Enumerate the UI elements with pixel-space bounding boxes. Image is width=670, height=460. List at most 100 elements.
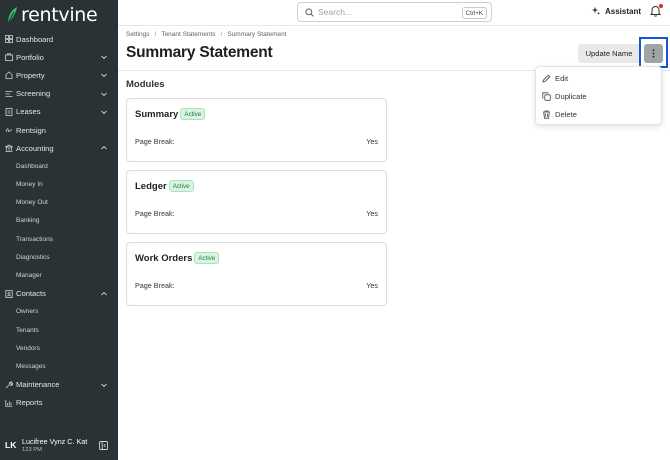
sidebar-subitem-money-in[interactable]: Money In bbox=[0, 176, 118, 194]
collapse-sidebar-icon[interactable] bbox=[99, 441, 108, 450]
copy-icon bbox=[542, 92, 551, 101]
module-name: Summary bbox=[135, 108, 179, 120]
sidebar-item-contacts[interactable]: Contacts bbox=[0, 285, 118, 303]
sidebar-item-leases[interactable]: Leases bbox=[0, 103, 118, 121]
menu-item-delete[interactable]: Delete bbox=[536, 105, 661, 123]
chevron-down-icon bbox=[101, 55, 107, 60]
module-card-ledger[interactable]: Ledger Active Page Break: Yes bbox=[126, 170, 387, 234]
breadcrumb-separator: / bbox=[220, 31, 223, 38]
sidebar-item-label: Screening bbox=[16, 89, 51, 99]
user-subtitle: 123 PM bbox=[22, 447, 42, 453]
menu-item-label: Edit bbox=[555, 73, 569, 83]
trash-icon bbox=[542, 110, 551, 119]
module-name: Ledger bbox=[135, 180, 167, 192]
page-break-value: Yes bbox=[366, 137, 378, 146]
sidebar-item-portfolio[interactable]: Portfolio bbox=[0, 48, 118, 66]
sidebar-item-label: Dashboard bbox=[16, 34, 54, 44]
status-badge: Active bbox=[180, 108, 206, 120]
page-title: Summary Statement bbox=[126, 44, 273, 61]
sidebar-item-accounting[interactable]: Accounting bbox=[0, 139, 118, 157]
assistant-label: Assistant bbox=[605, 6, 642, 16]
page-break-label: Page Break: bbox=[135, 281, 175, 290]
breadcrumb-current: Summary Statement bbox=[227, 31, 287, 38]
module-card-summary[interactable]: Summary Active Page Break: Yes bbox=[126, 98, 387, 162]
sidebar-subitem-manager[interactable]: Manager bbox=[0, 266, 118, 284]
sidebar-item-label: Contacts bbox=[16, 289, 46, 299]
search-shortcut-badge: Ctrl+K bbox=[461, 7, 487, 19]
sidebar-item-label: Rentsign bbox=[16, 125, 46, 135]
leases-icon bbox=[5, 107, 13, 116]
sidebar-subitem-accounting-dashboard[interactable]: Dashboard bbox=[0, 157, 118, 175]
breadcrumb-tenant-statements[interactable]: Tenant Statements bbox=[161, 31, 215, 38]
rentsign-icon bbox=[5, 126, 13, 134]
user-profile[interactable]: LK Lucifree Vynz C. Kat 123 PM bbox=[0, 430, 118, 460]
sidebar-item-label: Maintenance bbox=[16, 380, 60, 390]
accounting-icon bbox=[5, 144, 13, 152]
wrench-icon bbox=[5, 381, 13, 389]
user-name: Lucifree Vynz C. Kat bbox=[22, 437, 88, 446]
assistant-button[interactable]: Assistant bbox=[591, 6, 641, 16]
page-break-value: Yes bbox=[366, 281, 378, 290]
menu-item-duplicate[interactable]: Duplicate bbox=[536, 87, 661, 105]
search-box[interactable]: Ctrl+K bbox=[297, 2, 492, 22]
sidebar-subitem-money-out[interactable]: Money Out bbox=[0, 194, 118, 212]
status-badge: Active bbox=[168, 180, 194, 192]
sidebar-item-screening[interactable]: Screening bbox=[0, 85, 118, 103]
sidebar-subitem-owners[interactable]: Owners bbox=[0, 303, 118, 321]
search-input[interactable] bbox=[318, 7, 458, 17]
sidebar-subitem-vendors[interactable]: Vendors bbox=[0, 339, 118, 357]
sidebar-item-label: Property bbox=[16, 70, 45, 80]
chevron-down-icon bbox=[101, 110, 107, 114]
user-info: Lucifree Vynz C. Kat 123 PM bbox=[22, 437, 87, 453]
update-name-button[interactable]: Update Name bbox=[578, 44, 640, 63]
more-options-button[interactable] bbox=[644, 44, 663, 63]
sidebar-item-maintenance[interactable]: Maintenance bbox=[0, 376, 118, 394]
dashboard-icon bbox=[5, 35, 13, 43]
module-name: Work Orders bbox=[135, 252, 193, 264]
chevron-down-icon bbox=[101, 74, 107, 78]
sidebar-item-label: Reports bbox=[16, 398, 43, 408]
property-icon bbox=[5, 71, 13, 80]
sidebar-subitem-messages[interactable]: Messages bbox=[0, 357, 118, 375]
sidebar-item-rentsign[interactable]: Rentsign bbox=[0, 121, 118, 139]
more-options-menu: Edit Duplicate Delete bbox=[535, 66, 662, 125]
breadcrumb: Settings / Tenant Statements / Summary S… bbox=[126, 31, 287, 38]
sidebar-item-label: Leases bbox=[16, 107, 41, 117]
card-title: Summary Active bbox=[135, 108, 206, 120]
page-break-label: Page Break: bbox=[135, 209, 175, 218]
sidebar-subitem-tenants[interactable]: Tenants bbox=[0, 321, 118, 339]
page-break-label: Page Break: bbox=[135, 137, 175, 146]
breadcrumb-settings[interactable]: Settings bbox=[126, 31, 150, 38]
sidebar-subitem-banking[interactable]: Banking bbox=[0, 212, 118, 230]
portfolio-icon bbox=[5, 53, 13, 62]
screening-icon bbox=[5, 90, 13, 98]
sidebar: rentvine Dashboard Portfolio Property Sc… bbox=[0, 0, 118, 460]
sidebar-subitem-transactions[interactable]: Transactions bbox=[0, 230, 118, 248]
sidebar-item-property[interactable]: Property bbox=[0, 66, 118, 84]
contacts-icon bbox=[5, 289, 13, 298]
page-break-value: Yes bbox=[366, 209, 378, 218]
chevron-up-icon bbox=[101, 145, 107, 150]
sidebar-item-label: Accounting bbox=[16, 143, 54, 153]
menu-item-label: Duplicate bbox=[555, 91, 587, 101]
module-card-work-orders[interactable]: Work Orders Active Page Break: Yes bbox=[126, 242, 387, 306]
vertical-dots-icon bbox=[652, 49, 655, 58]
menu-item-edit[interactable]: Edit bbox=[536, 69, 661, 87]
status-badge: Active bbox=[194, 252, 220, 264]
card-title: Work Orders Active bbox=[135, 252, 220, 264]
top-bar: Ctrl+K Assistant bbox=[118, 0, 670, 26]
chevron-up-icon bbox=[101, 291, 107, 295]
sparkle-icon bbox=[591, 6, 601, 15]
leaf-icon bbox=[7, 7, 17, 24]
sidebar-item-label: Portfolio bbox=[16, 52, 44, 62]
sidebar-item-reports[interactable]: Reports bbox=[0, 394, 118, 412]
breadcrumb-separator: / bbox=[154, 31, 157, 38]
brand-name: rentvine bbox=[21, 4, 98, 26]
sidebar-subitem-diagnostics[interactable]: Diagnostics bbox=[0, 248, 118, 266]
sidebar-nav: Dashboard Portfolio Property Screening L… bbox=[0, 30, 118, 412]
rentvine-logo[interactable]: rentvine bbox=[6, 4, 98, 26]
menu-item-label: Delete bbox=[555, 109, 577, 119]
sidebar-item-dashboard[interactable]: Dashboard bbox=[0, 30, 118, 48]
chevron-down-icon bbox=[101, 383, 107, 387]
pencil-icon bbox=[542, 74, 551, 83]
